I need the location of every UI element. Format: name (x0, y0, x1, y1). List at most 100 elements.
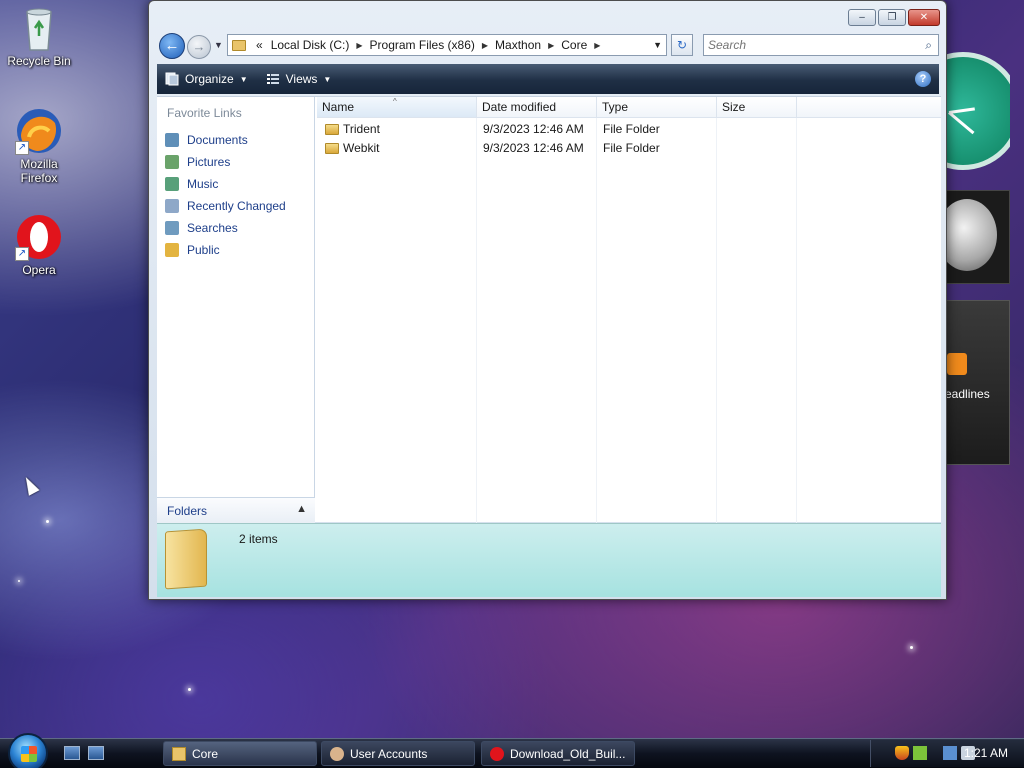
arrow-left-icon: ← (164, 37, 180, 54)
nav-item-public[interactable]: Public (157, 239, 315, 261)
forward-button[interactable]: → (187, 35, 211, 59)
desktop-icon-mozilla-firefox[interactable]: ↗ Mozilla Firefox (1, 107, 77, 185)
slideshow-gadget[interactable] (944, 190, 1010, 284)
start-button[interactable] (8, 733, 48, 768)
taskbar-button-label: User Accounts (350, 746, 428, 761)
recent-pages-dropdown[interactable]: ▼ (214, 40, 223, 50)
search-input[interactable] (708, 38, 908, 52)
network-icon[interactable] (943, 746, 957, 760)
chevron-down-icon: ▼ (323, 74, 332, 84)
folders-label: Folders (167, 503, 208, 518)
nav-item-documents[interactable]: Documents (157, 129, 315, 151)
help-button[interactable]: ? (915, 71, 931, 87)
desktop-icon-recycle-bin[interactable]: Recycle Bin (1, 4, 77, 68)
safe-remove-icon[interactable] (913, 746, 927, 760)
desktop-icon-label: Mozilla Firefox (20, 157, 58, 185)
column-header-name[interactable]: ^ Name (317, 97, 477, 118)
column-divider (716, 118, 717, 523)
favorite-links-list: Documents Pictures Music Recently Change… (157, 129, 315, 261)
notification-area: 1:21 AM (870, 740, 1024, 767)
feed-headlines-gadget[interactable]: eadlines (944, 300, 1010, 465)
nav-item-label: Public (187, 243, 220, 257)
minimize-button[interactable]: – (848, 9, 876, 26)
organize-button[interactable]: Organize ▼ (157, 64, 258, 94)
desktop-icon-label: Opera (22, 263, 56, 277)
column-header-date-modified[interactable]: Date modified (477, 97, 597, 118)
pictures-icon (165, 155, 179, 169)
star (910, 646, 913, 649)
taskbar-button-opera[interactable]: Download_Old_Buil... (481, 741, 635, 766)
breadcrumb-segment[interactable]: Local Disk (C:) (271, 38, 350, 52)
recycle-bin-icon (15, 4, 63, 52)
nav-item-music[interactable]: Music (157, 173, 315, 195)
breadcrumb-arrow-icon[interactable]: ▶ (356, 41, 362, 50)
file-type: File Folder (603, 141, 660, 155)
caption-buttons: – ❐ ✕ (848, 9, 940, 26)
breadcrumb-arrow-icon[interactable]: ▶ (594, 41, 600, 50)
arrow-right-icon: → (192, 39, 206, 54)
file-row[interactable]: Webkit 9/3/2023 12:46 AM File Folder (317, 139, 941, 158)
file-name: Trident (343, 122, 380, 136)
navigation-row: ← → ▼ « Local Disk (C:) ▶ Program Files … (157, 31, 939, 59)
breadcrumb-arrow-icon[interactable]: ▶ (482, 41, 488, 50)
refresh-icon: ↻ (676, 38, 688, 52)
breadcrumb-segment[interactable]: Maxthon (495, 38, 541, 52)
security-shield-icon[interactable] (895, 746, 909, 760)
documents-icon (165, 133, 179, 147)
nav-item-label: Recently Changed (187, 199, 286, 213)
maximize-button[interactable]: ❐ (878, 9, 906, 26)
switch-windows-icon[interactable] (88, 746, 104, 760)
back-button[interactable]: ← (159, 33, 185, 59)
breadcrumb-arrow-icon[interactable]: ▶ (548, 41, 554, 50)
command-bar: Organize ▼ Views ▼ ? (157, 64, 939, 94)
folder-icon (232, 39, 246, 51)
feed-gadget-label: eadlines (945, 387, 990, 401)
address-overflow[interactable]: « (256, 38, 263, 52)
shortcut-arrow-icon: ↗ (15, 141, 29, 155)
column-header-type[interactable]: Type (597, 97, 717, 118)
breadcrumb-segment[interactable]: Program Files (x86) (370, 38, 475, 52)
folders-toggle[interactable]: Folders ▲ (157, 497, 315, 523)
search-icon[interactable]: ⌕ (925, 38, 932, 53)
details-pane: 2 items (157, 523, 941, 597)
column-header-label: Size (722, 100, 746, 114)
file-row[interactable]: Trident 9/3/2023 12:46 AM File Folder (317, 120, 941, 139)
close-button[interactable]: ✕ (908, 9, 940, 26)
explorer-window[interactable]: – ❐ ✕ ← → ▼ « Local Disk (C:) ▶ Program … (148, 0, 947, 600)
taskbar-button-label: Core (192, 746, 219, 761)
moon-image (945, 199, 997, 271)
taskbar: Core User Accounts Download_Old_Buil... … (0, 733, 1024, 768)
nav-item-searches[interactable]: Searches (157, 217, 315, 239)
firefox-icon: ↗ (15, 107, 63, 155)
taskbar-button-label: Download_Old_Buil... (510, 746, 626, 761)
views-button[interactable]: Views ▼ (258, 64, 342, 94)
item-count: 2 items (239, 532, 278, 546)
desktop-icon-opera[interactable]: ↗ Opera (1, 213, 77, 277)
file-date-modified: 9/3/2023 12:46 AM (483, 122, 584, 136)
help-icon: ? (919, 73, 927, 85)
address-dropdown-icon[interactable]: ▼ (653, 40, 662, 50)
nav-item-recently-changed[interactable]: Recently Changed (157, 195, 315, 217)
clock-hand (948, 107, 975, 114)
show-desktop-icon[interactable] (64, 746, 80, 760)
star (46, 520, 49, 523)
column-header-size[interactable]: Size (717, 97, 797, 118)
file-date-modified: 9/3/2023 12:46 AM (483, 141, 584, 155)
nav-item-pictures[interactable]: Pictures (157, 151, 315, 173)
taskbar-button-core[interactable]: Core (163, 741, 317, 766)
file-list: ^ Name Date modified Type Size Trident 9… (317, 97, 941, 523)
search-box[interactable]: ⌕ (703, 34, 939, 56)
folder-icon (325, 124, 339, 135)
breadcrumb-segment[interactable]: Core (561, 38, 587, 52)
refresh-button[interactable]: ↻ (671, 34, 693, 56)
taskbar-button-user-accounts[interactable]: User Accounts (321, 741, 475, 766)
organize-label: Organize (185, 72, 234, 86)
folder-icon (172, 746, 186, 761)
windows-logo-icon (21, 746, 37, 762)
music-icon (165, 177, 179, 191)
address-bar[interactable]: « Local Disk (C:) ▶ Program Files (x86) … (227, 34, 667, 56)
nav-item-label: Documents (187, 133, 248, 147)
taskbar-clock[interactable]: 1:21 AM (964, 746, 1008, 760)
views-label: Views (285, 72, 318, 86)
clock-gadget[interactable] (944, 50, 1010, 174)
